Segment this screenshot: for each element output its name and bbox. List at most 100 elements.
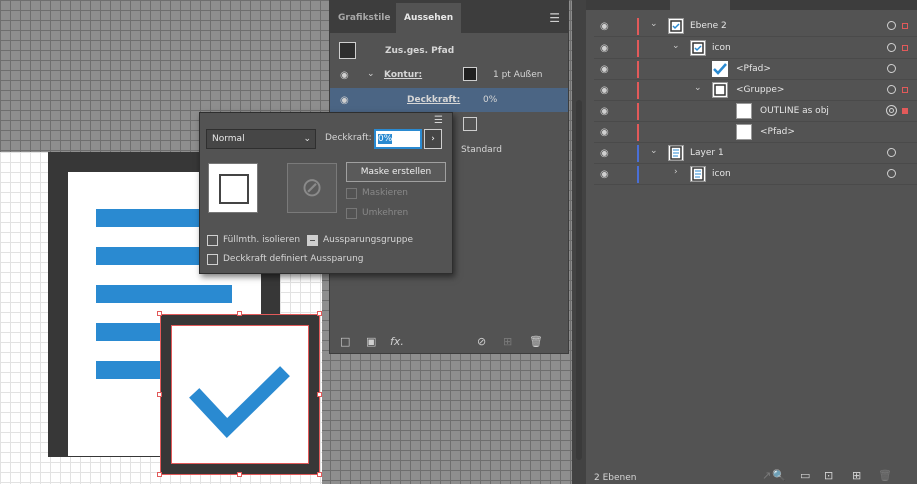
new-sublayer-icon[interactable]: ⊡ <box>824 469 833 482</box>
stroke-label[interactable]: Kontur: <box>384 70 422 80</box>
duplicate-icon[interactable]: ⊞ <box>503 335 512 348</box>
selection-indicator[interactable] <box>902 45 908 51</box>
chevron-right-icon[interactable]: › <box>674 167 678 177</box>
export-icon[interactable]: ↗ <box>762 469 771 482</box>
eye-icon[interactable]: ◉ <box>600 148 609 159</box>
scrollbar-thumb[interactable] <box>576 100 582 460</box>
selection-handle[interactable] <box>317 311 322 316</box>
layer-count: 2 Ebenen <box>594 473 637 483</box>
layer-thumbnail <box>712 82 728 98</box>
eye-icon[interactable]: ◉ <box>600 85 609 96</box>
opacity-input-value: 0% <box>378 134 393 144</box>
clip-mask-icon[interactable]: ▭ <box>800 469 810 482</box>
layer-row[interactable]: ◉ ⌄ <Gruppe> <box>594 80 917 101</box>
layer-row[interactable]: ◉ ⌄ Ebene 2 <box>594 16 917 37</box>
fill-swatch[interactable] <box>463 117 477 131</box>
layer-row[interactable]: ◉ <Pfad> <box>594 59 917 80</box>
delete-icon[interactable]: 🗑 <box>529 335 543 348</box>
invert-mask-label: Umkehren <box>362 208 409 218</box>
layers-tabbar <box>586 0 917 10</box>
opacity-label: Deckkraft: <box>325 133 372 143</box>
selection-handle[interactable] <box>317 472 322 477</box>
eye-icon[interactable]: ◉ <box>340 70 349 81</box>
layer-name[interactable]: Ebene 2 <box>690 21 727 31</box>
eye-icon[interactable]: ◉ <box>600 169 609 180</box>
target-icon[interactable] <box>886 105 897 116</box>
selection-handle[interactable] <box>237 311 242 316</box>
layer-name[interactable]: <Pfad> <box>736 64 771 74</box>
eye-icon[interactable]: ◉ <box>600 106 609 117</box>
opacity-slider-button[interactable]: › <box>424 129 442 149</box>
clip-checkbox[interactable] <box>346 188 357 199</box>
target-icon[interactable] <box>887 85 896 94</box>
delete-icon[interactable]: 🗑 <box>878 469 892 482</box>
chevron-down-icon[interactable]: ⌄ <box>650 146 658 156</box>
make-mask-button[interactable]: Maske erstellen <box>346 162 446 182</box>
selection-handle[interactable] <box>237 472 242 477</box>
knockout-group-checkbox[interactable] <box>307 235 318 246</box>
layer-row[interactable]: ◉ › icon <box>594 164 917 185</box>
opacity-value: 0% <box>483 95 498 105</box>
isolate-blending-checkbox[interactable] <box>207 235 218 246</box>
opacity-input[interactable]: 0% <box>374 129 422 149</box>
no-mask-icon[interactable]: ⊘ <box>287 163 337 213</box>
clear-appearance-icon[interactable]: ⊘ <box>477 335 486 348</box>
layer-name[interactable]: <Pfad> <box>760 127 795 137</box>
eye-icon[interactable]: ◉ <box>600 21 609 32</box>
panel-menu-icon[interactable]: ☰ <box>549 11 560 25</box>
layer-row[interactable]: ◉ ⌄ icon <box>594 38 917 59</box>
object-thumbnail[interactable] <box>208 163 258 213</box>
tab-layers[interactable] <box>670 0 730 10</box>
chevron-down-icon[interactable]: ⌄ <box>672 41 680 51</box>
new-layer-icon[interactable]: ⊞ <box>852 469 861 482</box>
target-icon[interactable] <box>887 148 896 157</box>
eye-icon[interactable]: ◉ <box>600 127 609 138</box>
stroke-row[interactable]: ◉ ⌄ Kontur: 1 pt Außen <box>330 63 568 87</box>
eye-icon[interactable]: ◉ <box>600 64 609 75</box>
checkbox-icon-selected[interactable] <box>160 314 320 475</box>
fx-icon[interactable]: fx. <box>390 335 404 348</box>
canvas-scrollbar[interactable] <box>572 0 586 484</box>
tab-appearance[interactable]: Aussehen <box>396 3 462 33</box>
selection-handle[interactable] <box>317 392 322 397</box>
selection-indicator[interactable] <box>902 87 908 93</box>
layer-color-bar <box>637 103 639 120</box>
selection-indicator[interactable] <box>902 23 908 29</box>
layer-color-bar <box>637 82 639 99</box>
target-icon[interactable] <box>887 21 896 30</box>
layer-name[interactable]: icon <box>712 43 731 53</box>
layer-color-bar <box>637 166 639 183</box>
target-icon[interactable] <box>887 43 896 52</box>
popup-menu-icon[interactable]: ☰ <box>434 115 443 126</box>
eye-icon[interactable]: ◉ <box>600 43 609 54</box>
invert-mask-checkbox[interactable] <box>346 208 357 219</box>
chevron-down-icon[interactable]: ⌄ <box>694 83 702 93</box>
layer-row[interactable]: ◉ OUTLINE as obj <box>594 101 917 122</box>
layer-color-bar <box>637 18 639 35</box>
search-icon[interactable]: 🔍 <box>772 469 786 482</box>
blend-mode-dropdown[interactable]: Normal ⌄ <box>206 129 316 149</box>
eye-icon[interactable]: ◉ <box>340 95 349 106</box>
tab-graphic-styles[interactable]: Grafikstile <box>330 3 399 33</box>
opacity-row[interactable]: ◉ Deckkraft: 0% <box>330 88 568 112</box>
layer-row[interactable]: ◉ ⌄ Layer 1 <box>594 143 917 164</box>
layer-name[interactable]: <Gruppe> <box>736 85 784 95</box>
target-icon[interactable] <box>887 169 896 178</box>
layer-name[interactable]: Layer 1 <box>690 148 724 158</box>
selection-handle[interactable] <box>157 472 162 477</box>
isolate-blending-label: Füllmth. isolieren <box>223 235 301 245</box>
stroke-swatch[interactable] <box>463 67 477 81</box>
new-fill-icon[interactable]: ▣ <box>366 335 376 348</box>
chevron-down-icon[interactable]: ⌄ <box>650 19 658 29</box>
layer-name[interactable]: icon <box>712 169 731 179</box>
selection-handle[interactable] <box>157 311 162 316</box>
selection-handle[interactable] <box>157 392 162 397</box>
layer-name[interactable]: OUTLINE as obj <box>760 106 829 116</box>
opacity-label[interactable]: Deckkraft: <box>407 95 460 105</box>
chevron-down-icon[interactable]: ⌄ <box>367 69 375 79</box>
opacity-knockout-checkbox[interactable] <box>207 254 218 265</box>
selection-indicator[interactable] <box>902 108 908 114</box>
new-stroke-icon[interactable]: □ <box>340 335 350 348</box>
layer-row[interactable]: ◉ <Pfad> <box>594 122 917 143</box>
target-icon[interactable] <box>887 64 896 73</box>
